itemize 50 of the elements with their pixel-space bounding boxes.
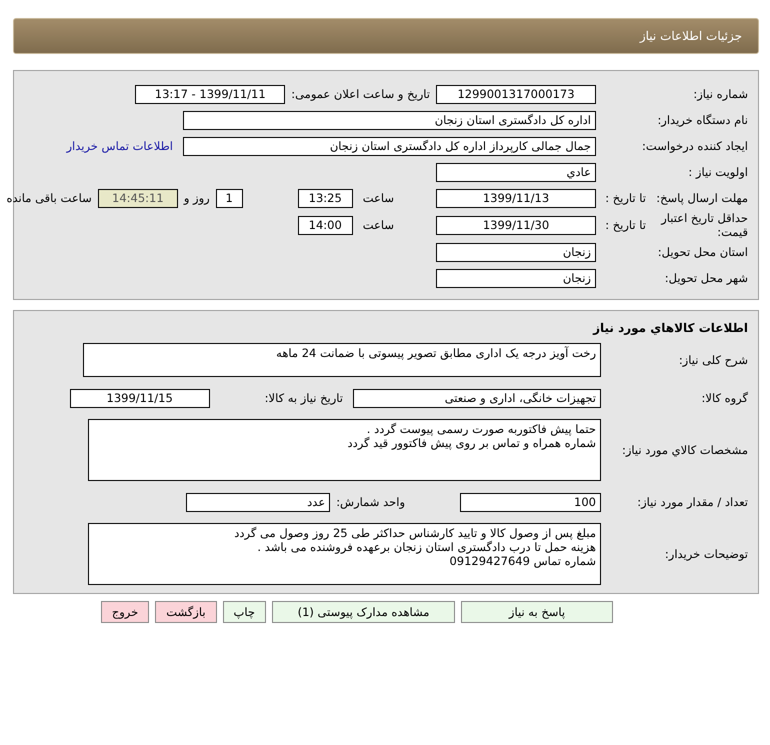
field-label: حداقل تاریخ اعتبار قیمت: [660,211,749,239]
field-label: تا تاریخ : [604,191,646,205]
action-button[interactable]: پاسخ به نیاز [461,601,613,623]
action-button[interactable]: بازگشت [155,601,217,623]
buyer-org-field: اداره کل دادگستری استان زنجان [183,110,596,130]
need-number-field: 1299001317000173 [436,84,596,104]
province-field: زنجان [436,242,596,262]
announce-date-field: 1399/11/11 - 13:17 [135,84,286,104]
field-label: استان محل تحویل: [656,245,749,259]
specs-field: حتما پیش فاکتوربه صورت رسمی پیوست گردد . شماره همراه و تماس بر روی پیش فاکتوور قید گردد [88,419,601,481]
action-button[interactable]: چاپ [222,601,266,623]
field-label: تاریخ و ساعت اعلان عمومی: [291,87,430,101]
requester-field: جمال جمالی کارپرداز اداره کل دادگستری استان زنجان [183,136,596,156]
buyer-contact-link[interactable]: اطلاعات تماس خریدار [66,139,173,153]
field-label: تعداد / مقدار مورد نیاز: [636,495,749,509]
need-date-field: 1399/11/15 [70,388,210,408]
field-label: گروه کالا: [700,391,749,405]
field-label: ساعت باقی مانده [6,191,92,205]
city-field: زنجان [436,268,596,288]
field-label: ایجاد کننده درخواست: [641,139,749,153]
deadline-date-field: 1399/11/13 [436,188,596,208]
field-label: تا تاریخ : [604,218,646,232]
field-label: روز و [184,191,210,205]
action-button[interactable]: خروج [100,601,150,623]
deadline-time-field: 13:25 [298,188,353,208]
field-label: واحد شمارش: [336,495,405,509]
quantity-field: 100 [460,492,601,512]
action-button[interactable]: مشاهده مدارک پیوستی (1) [272,601,455,623]
validity-date-field: 1399/11/30 [436,216,596,234]
field-label: ساعت [362,218,394,232]
field-label: مشخصات کالاي مورد نياز: [620,443,749,457]
field-label: ساعت [362,191,394,205]
field-label: تاریخ نیاز به کالا: [264,391,343,405]
field-label: نام دستگاه خریدار: [656,113,749,127]
priority-field: عادي [436,162,596,182]
header-title: جزئیات اطلاعات نیاز [640,29,742,43]
unit-field: عدد [186,492,330,512]
field-label: شرح کلی نیاز: [678,353,749,367]
remaining-time-field: 14:45:11 [98,188,178,208]
buyer-notes-field: مبلغ پس از وصول کالا و تایید کارشناس حداکثر طی 25 روز وصول می گردد هزینه حمل تا درب دادگستری استان زنجان برعهده فروشنده می باشد . شماره تماس 09129427649 [88,523,601,585]
validity-time-field: 14:00 [298,216,353,234]
field-label: مهلت ارسال پاسخ: [655,191,749,205]
field-label: شماره نیاز: [692,87,749,101]
field-label: اولویت نیاز : [687,165,749,179]
field-label: شهر محل تحویل: [664,271,749,285]
section-title: اطلاعات کالاهاي مورد نياز [592,321,749,335]
field-label: توضیحات خریدار: [664,547,749,561]
days-field: 1 [216,188,243,208]
goods-group-field: تجهیزات خانگی، اداری و صنعتی [353,388,601,408]
description-field: رخت آویز درجه یک اداری مطابق تصویر پیسوتی با ضمانت 24 ماهه [83,343,601,377]
